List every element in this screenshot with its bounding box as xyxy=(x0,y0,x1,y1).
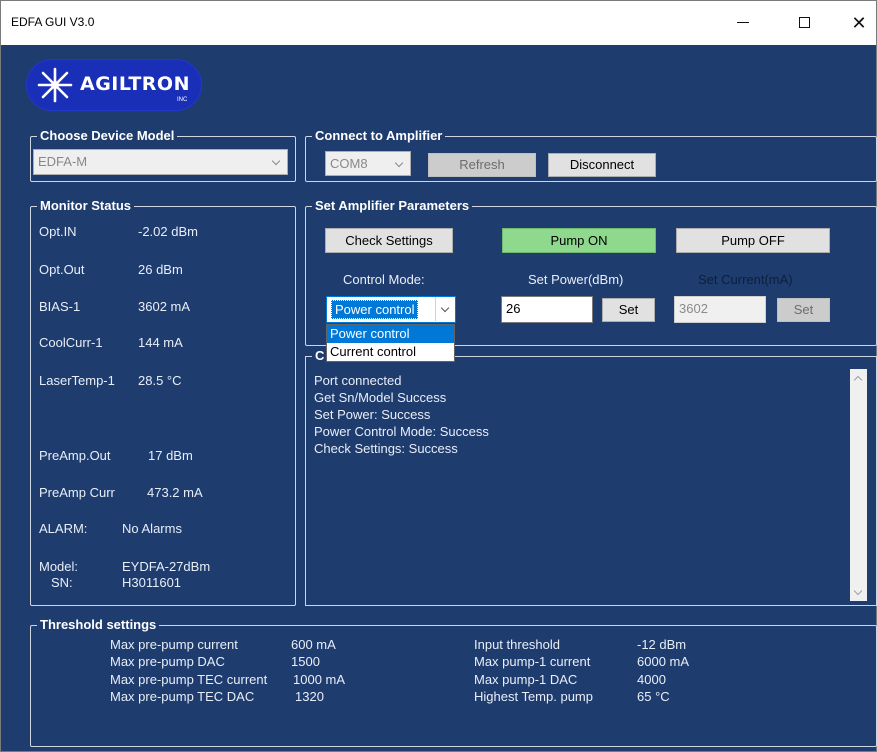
coolcurr-value: 144 mA xyxy=(138,335,183,350)
model-value: EYDFA-27dBm xyxy=(122,559,211,574)
control-mode-label: Control Mode: xyxy=(343,272,425,287)
set-power-label: Set Power(dBm) xyxy=(528,272,624,287)
logo-inc: INC xyxy=(177,97,188,103)
lasertemp-value: 28.5 °C xyxy=(138,373,182,388)
set-parameters-group-title: Set Amplifier Parameters xyxy=(312,198,473,214)
opt-in-label: Opt.IN xyxy=(39,224,77,239)
threshold-label: Max pump-1 current xyxy=(474,654,591,669)
model-label: Model: xyxy=(39,559,79,574)
opt-in-value: -2.02 dBm xyxy=(138,224,198,239)
threshold-label: Max pre-pump current xyxy=(110,637,238,652)
com-port-value: COM8 xyxy=(330,156,368,171)
threshold-label: Max pre-pump TEC current xyxy=(110,672,268,687)
window-title: EDFA GUI V3.0 xyxy=(11,15,95,29)
opt-out-value: 26 dBm xyxy=(138,262,183,277)
app-window: EDFA GUI V3.0 ✕ AGILTRON INC Choose Devi… xyxy=(0,0,877,752)
dropdown-option-current-control[interactable]: Current control xyxy=(327,343,454,361)
bias-label: BIAS-1 xyxy=(39,299,81,314)
bias-value: 3602 mA xyxy=(138,299,191,314)
set-power-button[interactable]: Set xyxy=(602,298,655,322)
scroll-down-icon[interactable] xyxy=(850,584,867,601)
chevron-down-icon xyxy=(435,297,455,321)
alarm-value: No Alarms xyxy=(122,521,182,536)
close-button[interactable]: ✕ xyxy=(839,9,877,37)
threshold-label: Highest Temp. pump xyxy=(474,689,593,704)
refresh-button[interactable]: Refresh xyxy=(428,153,536,177)
check-settings-button[interactable]: Check Settings xyxy=(325,228,453,253)
monitor-status-group-title: Monitor Status xyxy=(37,198,134,214)
sn-value: H3011601 xyxy=(122,575,182,590)
threshold-value: 1000 mA xyxy=(293,672,346,687)
threshold-label: Input threshold xyxy=(474,637,561,652)
connect-group-title: Connect to Amplifier xyxy=(312,128,446,144)
log-line: Get Sn/Model Success xyxy=(314,390,447,405)
starburst-icon xyxy=(37,67,73,103)
threshold-label: Max pump-1 DAC xyxy=(474,672,578,687)
log-line: Check Settings: Success xyxy=(314,441,458,456)
alarm-label: ALARM: xyxy=(39,521,88,536)
log-text: Port connected Get Sn/Model Success Set … xyxy=(314,372,489,457)
set-current-input[interactable]: 3602 xyxy=(674,296,766,323)
agiltron-logo: AGILTRON INC xyxy=(26,59,202,111)
threshold-label: Max pre-pump TEC DAC xyxy=(110,689,255,704)
log-line: Power Control Mode: Success xyxy=(314,424,489,439)
preamp-curr-value: 473.2 mA xyxy=(147,485,203,500)
logo-wordmark: AGILTRON xyxy=(80,73,190,95)
maximize-button[interactable] xyxy=(784,9,824,37)
threshold-value: 600 mA xyxy=(291,637,336,652)
device-model-select[interactable]: EDFA-M xyxy=(33,149,288,175)
threshold-group-title: Threshold settings xyxy=(37,617,160,633)
device-model-value: EDFA-M xyxy=(38,154,88,169)
chevron-down-icon xyxy=(267,150,287,174)
set-power-input[interactable]: 26 xyxy=(501,296,593,323)
control-mode-select[interactable]: Power control xyxy=(326,296,456,323)
preamp-out-value: 17 dBm xyxy=(148,448,193,463)
com-port-select[interactable]: COM8 xyxy=(325,151,411,176)
opt-out-label: Opt.Out xyxy=(39,262,85,277)
threshold-value: -12 dBm xyxy=(637,637,687,652)
minimize-icon xyxy=(737,22,749,24)
set-current-label: Set Current(mA) xyxy=(698,272,793,287)
preamp-out-label: PreAmp.Out xyxy=(39,448,111,463)
pump-on-button[interactable]: Pump ON xyxy=(502,228,656,253)
device-model-group-title: Choose Device Model xyxy=(37,128,178,144)
threshold-value: 4000 xyxy=(637,672,666,687)
preamp-curr-label: PreAmp Curr xyxy=(39,485,115,500)
control-mode-dropdown: Power control Current control xyxy=(326,324,455,362)
maximize-icon xyxy=(798,17,810,29)
log-line: Set Power: Success xyxy=(314,407,431,422)
threshold-label: Max pre-pump DAC xyxy=(110,654,225,669)
close-icon: ✕ xyxy=(851,13,867,33)
threshold-value: 1320 xyxy=(295,689,324,704)
lasertemp-label: LaserTemp-1 xyxy=(39,373,115,388)
threshold-value: 1500 xyxy=(291,654,320,669)
log-line: Port connected xyxy=(314,373,402,388)
title-bar: EDFA GUI V3.0 ✕ xyxy=(1,1,876,45)
client-area: AGILTRON INC Choose Device Model EDFA-M … xyxy=(1,45,877,751)
dropdown-option-power-control[interactable]: Power control xyxy=(327,325,454,343)
set-current-button[interactable]: Set xyxy=(777,298,830,322)
pump-off-button[interactable]: Pump OFF xyxy=(676,228,830,253)
minimize-button[interactable] xyxy=(723,9,763,37)
log-scrollbar[interactable] xyxy=(850,369,867,601)
coolcurr-label: CoolCurr-1 xyxy=(39,335,103,350)
threshold-value: 6000 mA xyxy=(637,654,690,669)
log-group: C Port connected Get Sn/Model Success Se… xyxy=(305,348,877,606)
control-mode-value: Power control xyxy=(331,300,419,319)
sn-label: SN: xyxy=(51,575,73,590)
disconnect-button[interactable]: Disconnect xyxy=(548,153,656,177)
chevron-down-icon xyxy=(390,152,410,176)
scroll-up-icon[interactable] xyxy=(850,369,867,386)
threshold-value: 65 °C xyxy=(637,689,670,704)
